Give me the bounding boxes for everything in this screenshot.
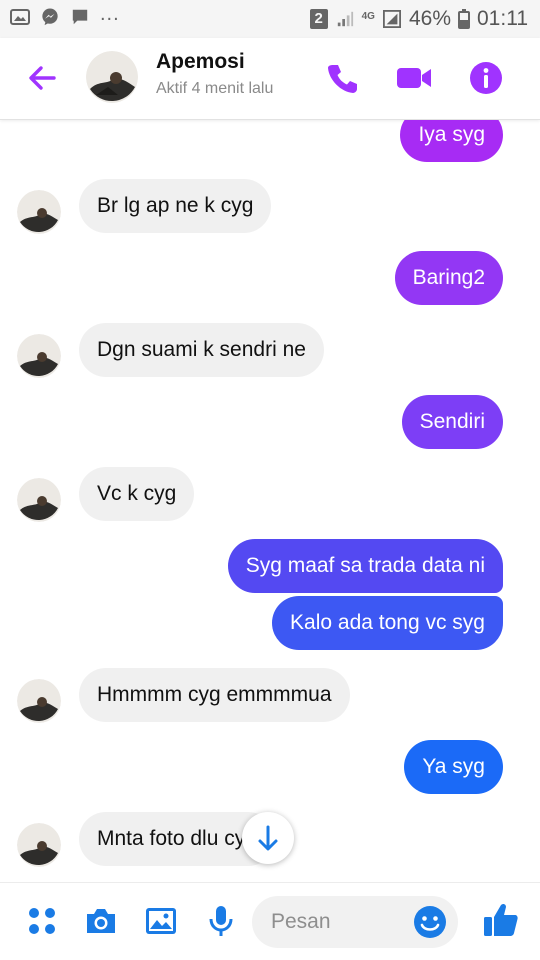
- outgoing-message[interactable]: Baring2: [394, 251, 503, 305]
- incoming-message[interactable]: Dgn suami k sendri ne: [79, 323, 324, 377]
- outgoing-message[interactable]: Syg maaf sa trada data ni: [227, 539, 503, 593]
- signal-strength-icon: [382, 10, 401, 28]
- message-input[interactable]: Pesan: [252, 896, 458, 948]
- incoming-message[interactable]: Vc k cyg: [79, 467, 195, 521]
- apps-grid-icon[interactable]: [25, 904, 59, 938]
- video-camera-icon[interactable]: [396, 60, 432, 96]
- message-list[interactable]: Iya syg Br lg ap ne k cyg Baring2 Dgn su…: [0, 120, 540, 882]
- gallery-notification-icon: [10, 9, 30, 25]
- incoming-message[interactable]: Br lg ap ne k cyg: [79, 179, 272, 233]
- thumbs-up-icon[interactable]: [482, 901, 520, 939]
- sender-avatar: [17, 334, 61, 378]
- messenger-notification-icon: [42, 8, 58, 26]
- status-bar: ... 2 4G 46% 01:11: [0, 0, 540, 38]
- sender-avatar: [17, 478, 61, 522]
- composer-bar: Pesan: [0, 882, 540, 960]
- chat-notification-icon: [72, 9, 88, 25]
- outgoing-message[interactable]: Iya syg: [400, 120, 503, 162]
- sender-avatar: [17, 190, 61, 234]
- contact-avatar[interactable]: [86, 51, 138, 103]
- sender-avatar: [17, 823, 61, 867]
- sim-slot-badge: 2: [309, 9, 328, 29]
- outgoing-message[interactable]: Ya syg: [404, 740, 503, 794]
- incoming-message[interactable]: Hmmmm cyg emmmmua: [79, 668, 350, 722]
- outgoing-message[interactable]: Kalo ada tong vc syg: [272, 596, 503, 650]
- scroll-to-bottom-button[interactable]: [242, 812, 294, 864]
- sender-avatar: [17, 679, 61, 723]
- camera-icon[interactable]: [84, 904, 118, 938]
- active-status: Aktif 4 menit lalu: [156, 80, 274, 97]
- gallery-icon[interactable]: [144, 904, 178, 938]
- battery-percent: 46%: [408, 7, 451, 30]
- phone-icon[interactable]: [324, 60, 360, 96]
- outgoing-message[interactable]: Sendiri: [401, 395, 503, 449]
- emoji-icon[interactable]: [412, 904, 448, 940]
- signal-icon: [337, 11, 353, 27]
- conversation-header: Apemosi Aktif 4 menit lalu: [0, 38, 540, 120]
- network-type: 4G: [361, 10, 375, 22]
- back-arrow-icon[interactable]: [24, 60, 60, 96]
- more-notifications: ...: [100, 2, 120, 25]
- contact-name[interactable]: Apemosi: [156, 50, 245, 74]
- message-input-placeholder: Pesan: [271, 910, 331, 933]
- microphone-icon[interactable]: [204, 904, 238, 938]
- battery-icon: [458, 9, 470, 29]
- info-icon[interactable]: [468, 60, 504, 96]
- clock: 01:11: [477, 7, 528, 30]
- arrow-down-icon: [258, 825, 278, 851]
